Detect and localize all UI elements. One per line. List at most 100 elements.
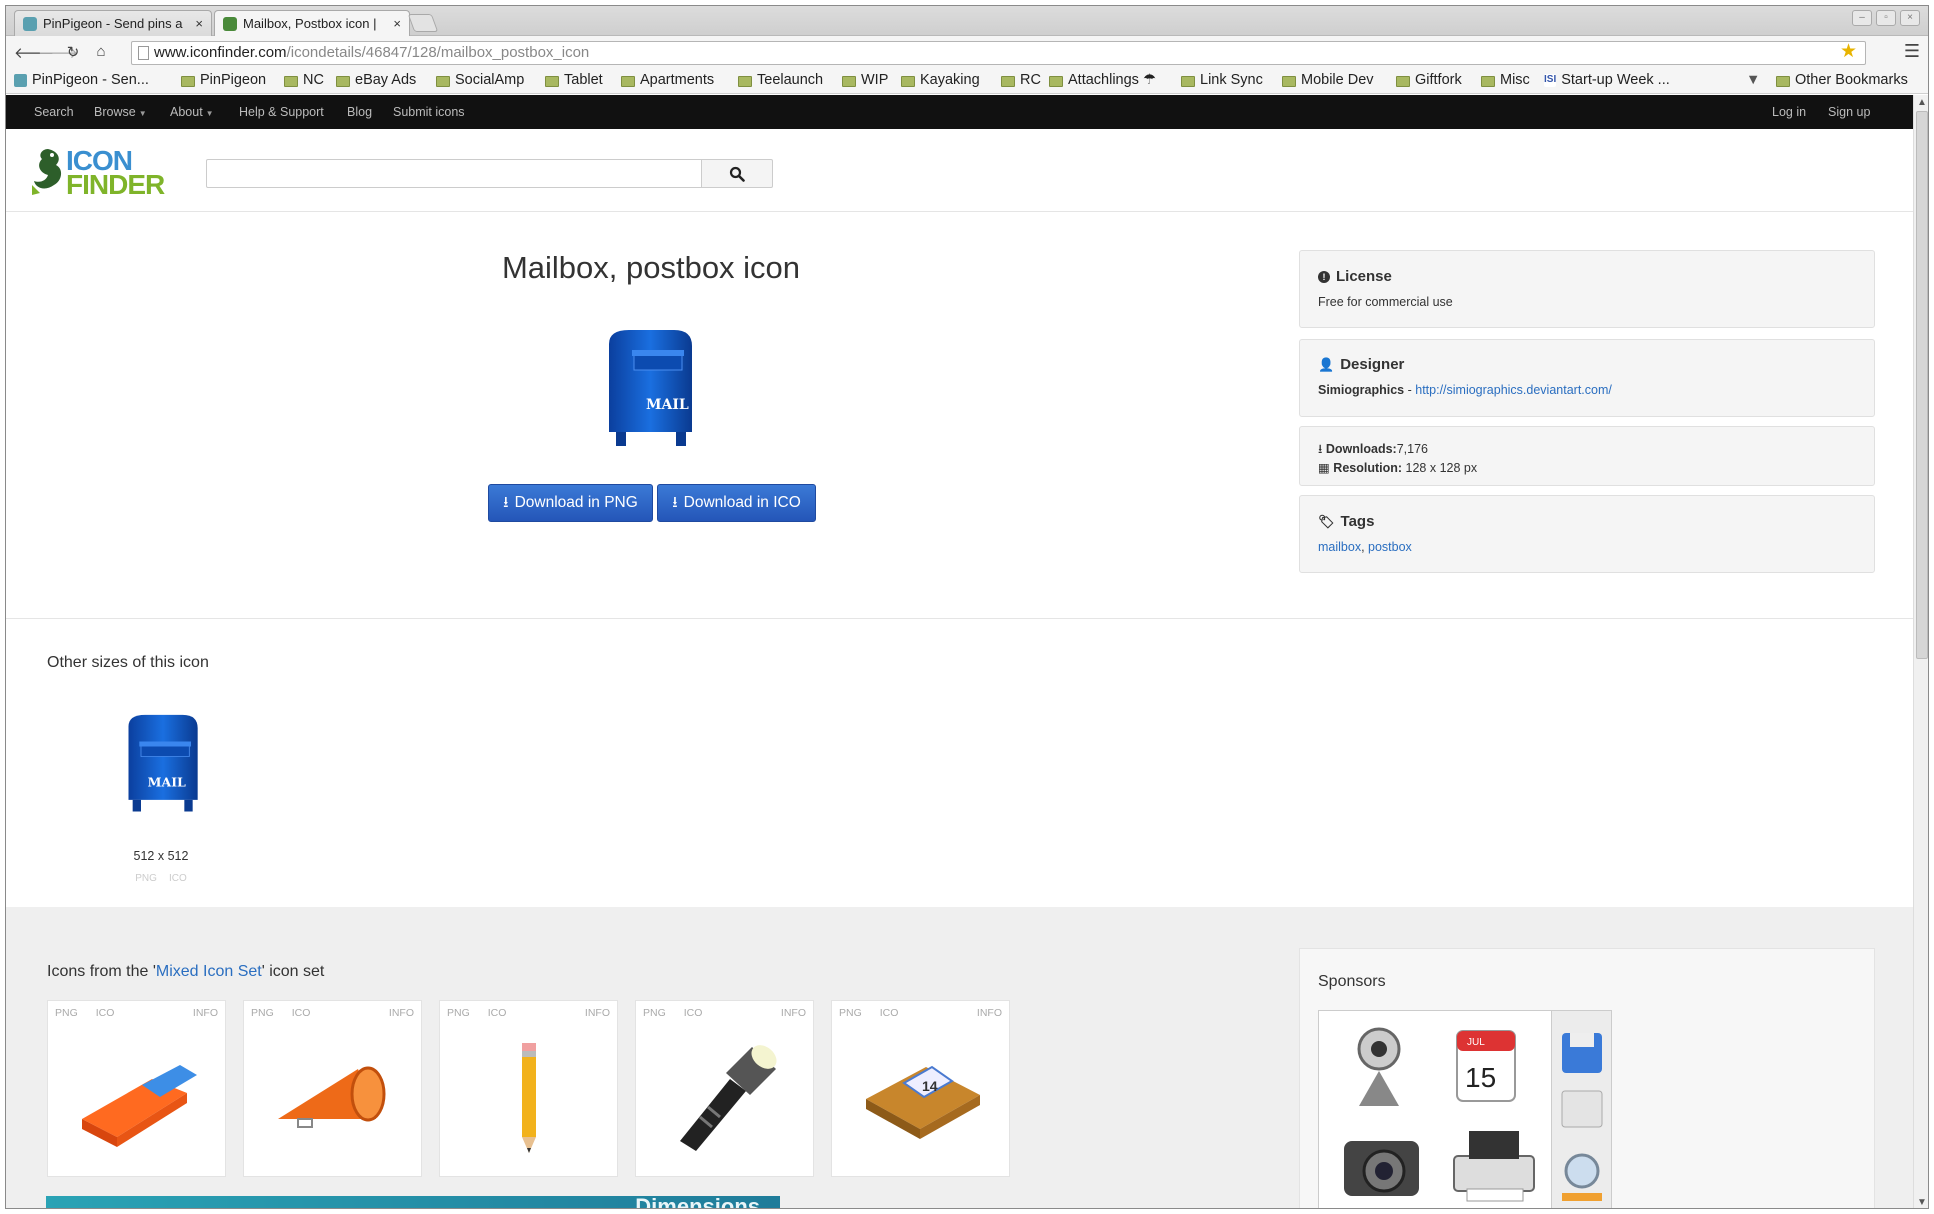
iconset-title: Icons from the 'Mixed Icon Set' icon set	[47, 963, 324, 981]
nav-login[interactable]: Log in	[1772, 105, 1806, 119]
bookmark-item[interactable]: Attachlings ☂	[1049, 72, 1156, 88]
page-icon	[138, 46, 149, 60]
size-label: 512 x 512	[133, 849, 189, 863]
icon-card[interactable]: PNG ICO INFO	[243, 1000, 422, 1177]
mailbox-512-icon[interactable]: MAIL	[116, 699, 216, 829]
png-link[interactable]: PNG	[135, 873, 157, 884]
bookmark-item[interactable]: Apartments	[621, 72, 714, 88]
reload-icon[interactable]: ↻	[64, 43, 82, 61]
info-link[interactable]: INFO	[389, 1007, 414, 1019]
png-link[interactable]: PNG	[447, 1007, 470, 1019]
chrome-menu-icon[interactable]: ☰	[1904, 41, 1920, 62]
nav-search[interactable]: Search	[34, 105, 74, 119]
tab-pinpigeon[interactable]: PinPigeon - Send pins a ×	[14, 10, 212, 36]
info-link[interactable]: INFO	[781, 1007, 806, 1019]
icon-card[interactable]: PNG ICO INFO	[47, 1000, 226, 1177]
nav-submit[interactable]: Submit icons	[393, 105, 465, 119]
nav-help[interactable]: Help & Support	[239, 105, 324, 119]
png-link[interactable]: PNG	[55, 1007, 78, 1019]
stat-label: Downloads:	[1325, 442, 1397, 456]
tag-link[interactable]: postbox	[1368, 540, 1412, 554]
title-text: ' icon set	[261, 963, 325, 980]
bookmark-item[interactable]: WIP	[842, 72, 888, 88]
icon-card[interactable]: PNG ICO INFO	[439, 1000, 618, 1177]
folder-icon	[1776, 75, 1790, 87]
bookmark-item[interactable]: Tablet	[545, 72, 603, 88]
folder-icon	[181, 75, 195, 87]
bookmark-label: Mobile Dev	[1301, 72, 1374, 88]
nav-signup[interactable]: Sign up	[1828, 105, 1870, 119]
isi-favicon-icon: ISI	[1544, 73, 1557, 87]
tab-mailbox[interactable]: Mailbox, Postbox icon | ×	[214, 10, 410, 36]
info-link[interactable]: INFO	[585, 1007, 610, 1019]
folder-icon	[545, 75, 559, 87]
close-window-icon[interactable]: ×	[1900, 10, 1920, 26]
back-icon[interactable]: 🡐	[14, 43, 54, 62]
bookmark-item[interactable]: ISI Start-up Week ...	[1544, 72, 1670, 88]
bookmark-item[interactable]: Link Sync	[1181, 72, 1263, 88]
scroll-thumb[interactable]	[1916, 111, 1928, 659]
png-link[interactable]: PNG	[839, 1007, 862, 1019]
bookmark-item[interactable]: Mobile Dev	[1282, 72, 1374, 88]
bookmark-item[interactable]: PinPigeon - Sen...	[14, 72, 149, 88]
designer-link[interactable]: http://simiographics.deviantart.com/	[1415, 383, 1612, 397]
bookmark-item[interactable]: PinPigeon	[181, 72, 266, 88]
bookmark-item[interactable]: Giftfork	[1396, 72, 1462, 88]
ico-link[interactable]: ICO	[96, 1007, 115, 1019]
tab-close-icon[interactable]: ×	[195, 16, 203, 31]
card-format-links: PNG ICO	[643, 1007, 720, 1019]
info-link[interactable]: INFO	[977, 1007, 1002, 1019]
sponsor-icons: JUL 15	[1344, 1027, 1535, 1202]
info-link[interactable]: INFO	[193, 1007, 218, 1019]
address-bar[interactable]: www.iconfinder.com/icondetails/46847/128…	[131, 41, 1866, 65]
search-input[interactable]	[206, 159, 702, 188]
new-tab-button[interactable]	[407, 14, 439, 32]
sponsor-ad[interactable]: JUL 15	[1318, 1010, 1552, 1208]
other-bookmarks[interactable]: Other Bookmarks	[1776, 72, 1908, 88]
icon-card[interactable]: PNG ICO INFO 14	[831, 1000, 1010, 1177]
download-png-button[interactable]: ⭳ Download in PNG	[488, 484, 653, 522]
bookmark-item[interactable]: Teelaunch	[738, 72, 823, 88]
home-icon[interactable]: ⌂	[92, 43, 110, 60]
user-icon: 👤	[1318, 356, 1335, 372]
bookmark-item[interactable]: Kayaking	[901, 72, 980, 88]
scroll-up-icon[interactable]: ▲	[1917, 97, 1927, 108]
folder-icon	[1001, 75, 1015, 87]
bookmark-item[interactable]: SocialAmp	[436, 72, 524, 88]
bookmark-item[interactable]: RC	[1001, 72, 1041, 88]
calendar-icon: JUL 15	[1456, 1030, 1516, 1102]
png-link[interactable]: PNG	[251, 1007, 274, 1019]
nav-blog[interactable]: Blog	[347, 105, 372, 119]
bookmark-item[interactable]: NC	[284, 72, 324, 88]
page-scrollbar[interactable]: ▲ ▼	[1913, 95, 1928, 1208]
maximize-icon[interactable]: ▫	[1876, 10, 1896, 26]
nav-about[interactable]: About ▼	[170, 105, 214, 119]
bookmarks-overflow-icon[interactable]: ▼	[1746, 72, 1760, 88]
search-icon	[729, 166, 745, 182]
png-link[interactable]: PNG	[643, 1007, 666, 1019]
forward-icon[interactable]: 🡒	[38, 43, 78, 62]
ico-link[interactable]: ICO	[880, 1007, 899, 1019]
scroll-down-icon[interactable]: ▼	[1917, 1197, 1927, 1208]
bookmark-item[interactable]: eBay Ads	[336, 72, 416, 88]
iconfinder-logo[interactable]: ICON FINDER	[28, 145, 168, 200]
tab-close-icon[interactable]: ×	[393, 16, 401, 31]
ico-link[interactable]: ICO	[292, 1007, 311, 1019]
iconset-link[interactable]: Mixed Icon Set	[156, 963, 262, 980]
bookmark-star-icon[interactable]: ★	[1840, 41, 1857, 63]
other-sizes-title: Other sizes of this icon	[47, 654, 209, 671]
tag-list: mailbox, postbox	[1318, 540, 1412, 554]
search-button[interactable]	[701, 159, 773, 188]
icon-card[interactable]: PNG ICO INFO	[635, 1000, 814, 1177]
nav-browse[interactable]: Browse ▼	[94, 105, 147, 119]
download-ico-button[interactable]: ⭳ Download in ICO	[657, 484, 816, 522]
ico-link[interactable]: ICO	[169, 873, 187, 884]
ad-banner[interactable]: Dimensions	[46, 1194, 780, 1208]
tag-link[interactable]: mailbox	[1318, 540, 1361, 554]
folder-icon	[1181, 75, 1195, 87]
ico-link[interactable]: ICO	[684, 1007, 703, 1019]
minimize-icon[interactable]: –	[1852, 10, 1872, 26]
url-host: www.iconfinder.com	[154, 44, 287, 61]
bookmark-item[interactable]: Misc	[1481, 72, 1530, 88]
ico-link[interactable]: ICO	[488, 1007, 507, 1019]
